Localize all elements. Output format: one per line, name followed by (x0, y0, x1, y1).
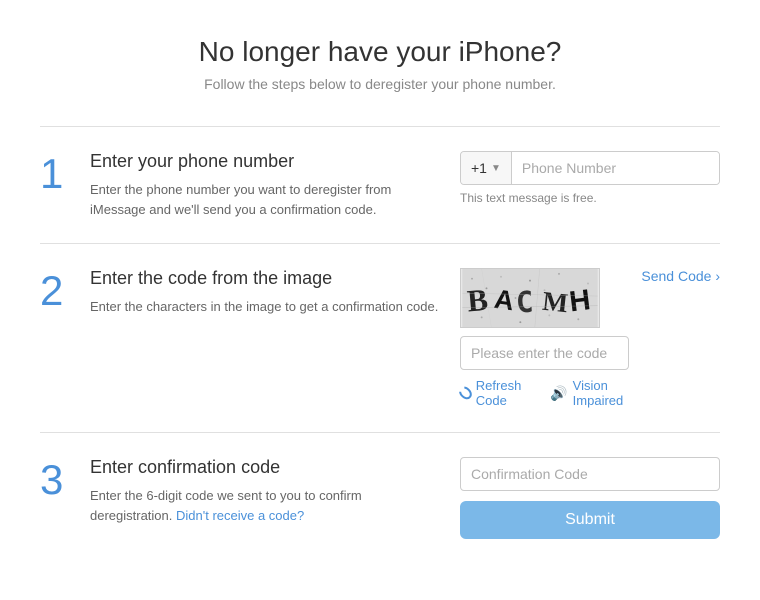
step-1-number: 1 (40, 151, 90, 195)
steps-container: 1 Enter your phone number Enter the phon… (0, 116, 760, 593)
captcha-image: B A C M H (460, 268, 600, 328)
step-1-row: 1 Enter your phone number Enter the phon… (40, 126, 720, 243)
send-code-button[interactable]: Send Code › (641, 250, 720, 284)
svg-text:H: H (568, 284, 593, 318)
step-2-content: Enter the code from the image Enter the … (90, 268, 460, 317)
phone-number-input[interactable] (512, 152, 719, 184)
step-3-row: 3 Enter confirmation code Enter the 6-di… (40, 432, 720, 563)
free-message: This text message is free. (460, 191, 720, 205)
chevron-down-icon: ▼ (491, 163, 501, 174)
step-1-input-area: +1 ▼ This text message is free. (460, 151, 720, 205)
step-3-title: Enter confirmation code (90, 457, 440, 478)
captcha-svg: B A C M H (461, 269, 599, 327)
send-code-wrapper: Send Code › (629, 268, 720, 286)
step-3-content: Enter confirmation code Enter the 6-digi… (90, 457, 460, 525)
phone-input-group: +1 ▼ (460, 151, 720, 185)
step-2-title: Enter the code from the image (90, 268, 440, 289)
step-2-number: 2 (40, 268, 90, 312)
captcha-wrap: B A C M H (460, 268, 720, 408)
submit-button[interactable]: Submit (460, 501, 720, 539)
step-3-input-area: Submit (460, 457, 720, 539)
country-code-selector[interactable]: +1 ▼ (461, 152, 512, 184)
svg-text:A: A (492, 284, 516, 316)
speaker-icon: 🔊 (550, 385, 567, 402)
step-2-input-area: B A C M H (460, 268, 720, 408)
svg-text:B: B (466, 282, 490, 319)
step-3-desc: Enter the 6-digit code we sent to you to… (90, 486, 440, 525)
vision-label: Vision Impaired (573, 378, 630, 408)
step-3-number: 3 (40, 457, 90, 501)
step-1-title: Enter your phone number (90, 151, 440, 172)
no-code-link[interactable]: Didn't receive a code? (176, 508, 304, 523)
refresh-code-button[interactable]: Refresh Code (460, 378, 530, 408)
svg-text:M: M (541, 286, 570, 319)
step-2-row: 2 Enter the code from the image Enter th… (40, 243, 720, 432)
captcha-code-input[interactable] (460, 336, 629, 370)
step-1-content: Enter your phone number Enter the phone … (90, 151, 460, 219)
captcha-content: B A C M H (460, 268, 629, 408)
page-title: No longer have your iPhone? (20, 36, 740, 68)
confirmation-code-input[interactable] (460, 457, 720, 491)
page-subtitle: Follow the steps below to deregister you… (20, 76, 740, 92)
page-header: No longer have your iPhone? Follow the s… (0, 0, 760, 116)
captcha-actions: Refresh Code 🔊 Vision Impaired (460, 378, 629, 408)
step-2-desc: Enter the characters in the image to get… (90, 297, 440, 317)
refresh-icon (457, 384, 475, 402)
step-1-desc: Enter the phone number you want to dereg… (90, 180, 440, 219)
svg-text:C: C (515, 285, 534, 320)
country-code-value: +1 (471, 160, 487, 176)
vision-impaired-button[interactable]: 🔊 Vision Impaired (550, 378, 629, 408)
refresh-label: Refresh Code (476, 378, 530, 408)
